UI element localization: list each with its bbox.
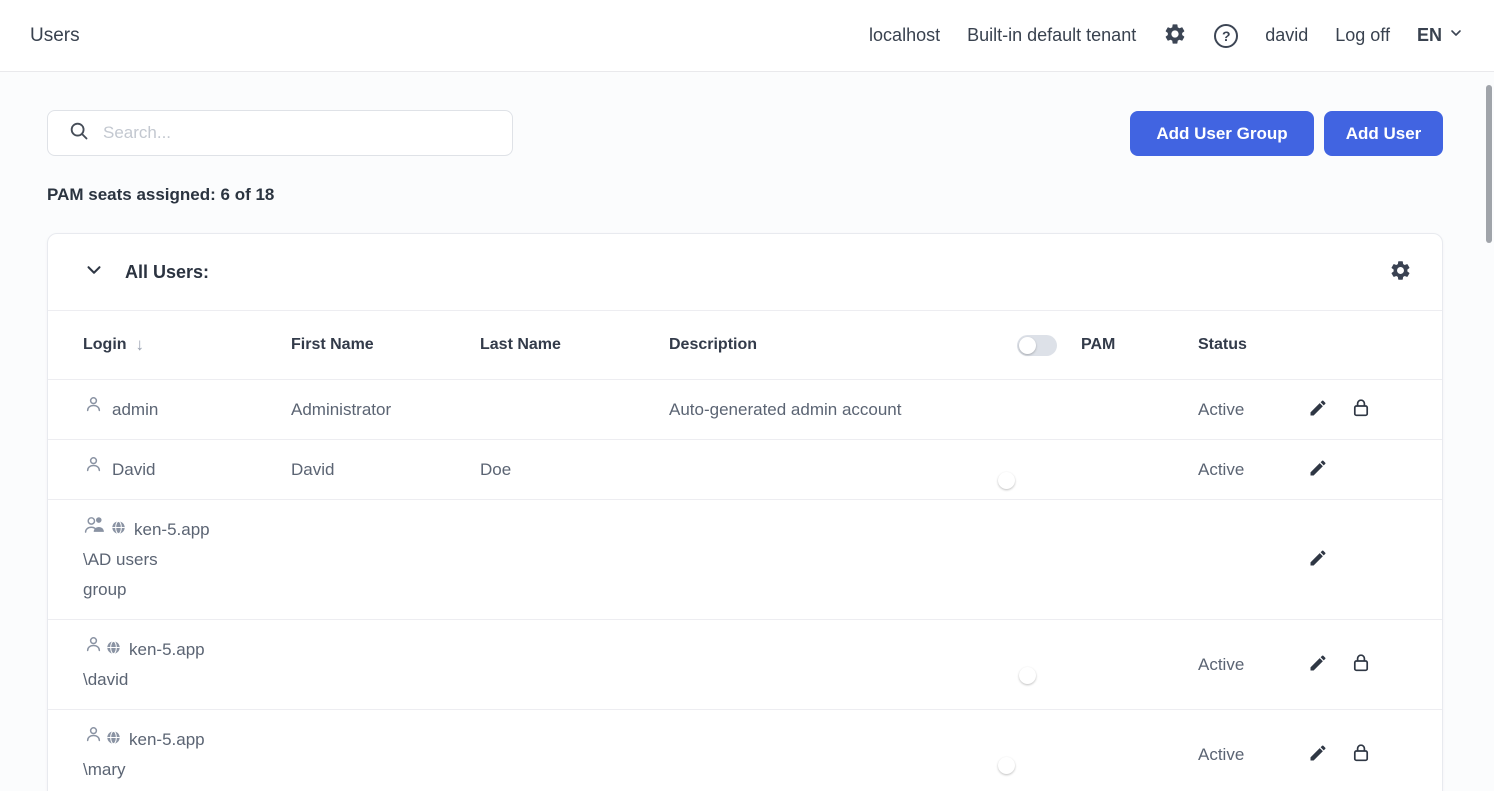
add-user-button[interactable]: Add User [1324, 111, 1443, 156]
first-name-cell: Administrator [291, 399, 392, 419]
vertical-scrollbar[interactable] [1486, 85, 1492, 243]
status-cell: Active [1198, 654, 1245, 674]
domain-globe-icon [106, 635, 121, 665]
login-text: David [112, 459, 156, 479]
topbar-right-group: localhost Built-in default tenant ? davi… [869, 22, 1464, 49]
all-users-card: All Users: Login ↓ First Name Last Name … [47, 233, 1443, 791]
table-row[interactable]: ken-5.app \david Active [48, 620, 1442, 710]
column-header-status[interactable]: Status [1198, 336, 1298, 354]
pencil-icon [1308, 743, 1328, 766]
actions-cell [1298, 398, 1371, 421]
user-group-icon [83, 514, 109, 545]
table-row[interactable]: David David Doe Active [48, 440, 1442, 500]
tenant-selector[interactable]: Built-in default tenant [967, 25, 1136, 46]
language-selector[interactable]: EN [1417, 25, 1464, 46]
table-header-row: Login ↓ First Name Last Name Description… [48, 311, 1442, 380]
column-header-description[interactable]: Description [669, 336, 1017, 354]
current-user-label[interactable]: david [1265, 25, 1308, 46]
lock-icon [1351, 743, 1371, 766]
top-navigation-bar: Users localhost Built-in default tenant … [0, 0, 1494, 72]
lock-button[interactable] [1351, 653, 1371, 676]
table-row[interactable]: ken-5.app \mary Active [48, 710, 1442, 791]
status-cell: Active [1198, 399, 1245, 419]
collapse-chevron-icon[interactable] [83, 259, 105, 286]
pencil-icon [1308, 548, 1328, 571]
help-icon: ? [1214, 23, 1239, 48]
help-button[interactable]: ? [1214, 23, 1239, 48]
lock-button[interactable] [1351, 743, 1371, 766]
column-header-last-name[interactable]: Last Name [480, 336, 669, 354]
users-page: Users localhost Built-in default tenant … [0, 0, 1494, 791]
gear-icon [1163, 22, 1187, 49]
user-icon [83, 724, 104, 755]
host-label: localhost [869, 25, 941, 45]
logoff-link[interactable]: Log off [1335, 25, 1390, 46]
last-name-cell: Doe [480, 459, 512, 479]
all-users-section-header[interactable]: All Users: [48, 234, 1442, 311]
pencil-icon [1308, 458, 1328, 481]
description-cell: Auto-generated admin account [669, 399, 902, 419]
add-user-group-button[interactable]: Add User Group [1130, 111, 1314, 156]
login-text: ken-5.app [129, 729, 205, 749]
lock-icon [1351, 653, 1371, 676]
table-row[interactable]: admin Administrator Auto-generated admin… [48, 380, 1442, 440]
edit-button[interactable] [1308, 398, 1328, 421]
edit-button[interactable] [1308, 653, 1328, 676]
column-header-login[interactable]: Login ↓ [83, 335, 291, 355]
domain-globe-icon [111, 515, 126, 545]
login-text: admin [112, 399, 159, 419]
user-icon [83, 394, 104, 425]
login-cell: ken-5.app \david [83, 620, 291, 709]
status-cell: Active [1198, 744, 1245, 764]
chevron-down-icon [1448, 25, 1464, 46]
pencil-icon [1308, 398, 1328, 421]
search-box [47, 110, 513, 156]
login-cell: ken-5.app \AD users group [83, 500, 291, 619]
search-input[interactable] [103, 123, 498, 143]
sort-desc-icon: ↓ [135, 335, 145, 354]
user-icon [83, 454, 104, 485]
edit-button[interactable] [1308, 458, 1328, 481]
settings-button[interactable] [1163, 22, 1187, 49]
column-header-first-name[interactable]: First Name [291, 336, 480, 354]
table-row[interactable]: ken-5.app \AD users group [48, 500, 1442, 620]
lock-button[interactable] [1351, 398, 1371, 421]
actions-cell [1298, 548, 1328, 571]
pam-seats-counter: PAM seats assigned: 6 of 18 [47, 185, 275, 204]
user-icon [83, 634, 104, 665]
edit-button[interactable] [1308, 743, 1328, 766]
table-settings-button[interactable] [1389, 259, 1412, 285]
login-cell: David [83, 440, 291, 499]
page-title: Users [30, 24, 80, 46]
actions-cell [1298, 653, 1371, 676]
login-text: ken-5.app [129, 639, 205, 659]
pam-filter-toggle[interactable] [1017, 334, 1057, 356]
first-name-cell: David [291, 459, 335, 479]
edit-button[interactable] [1308, 548, 1328, 571]
login-cell: admin [83, 380, 291, 439]
pencil-icon [1308, 653, 1328, 676]
search-icon [68, 120, 90, 147]
section-title: All Users: [125, 261, 210, 282]
gear-icon [1389, 259, 1412, 285]
actions-cell [1298, 743, 1371, 766]
login-text: ken-5.app [134, 519, 210, 539]
login-cell: ken-5.app \mary [83, 710, 291, 791]
column-header-pam: PAM [1081, 336, 1116, 353]
lock-icon [1351, 398, 1371, 421]
actions-cell [1298, 458, 1328, 481]
status-cell: Active [1198, 459, 1245, 479]
domain-globe-icon [106, 725, 121, 755]
language-label: EN [1416, 25, 1442, 45]
